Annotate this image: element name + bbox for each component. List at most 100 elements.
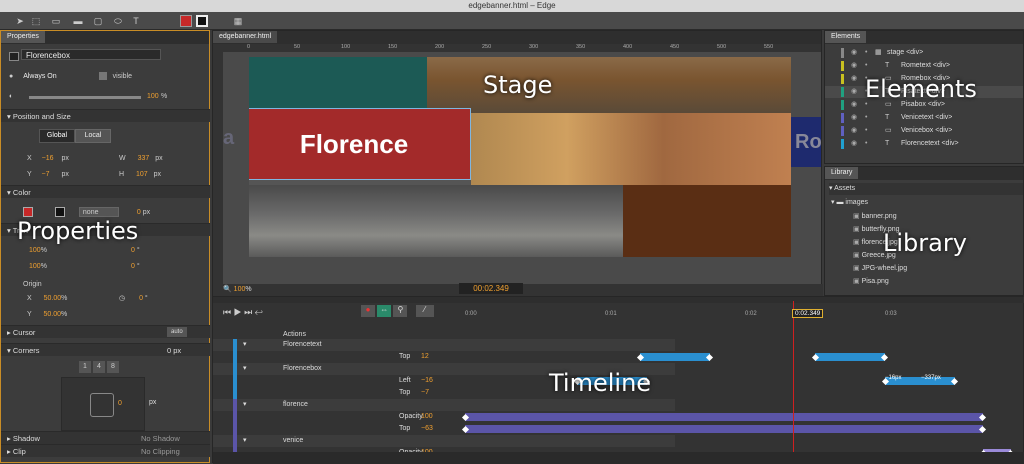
section-shadow[interactable]: ▸ Shadow No Shadow	[1, 431, 210, 444]
opacity-value[interactable]: 100	[147, 91, 159, 103]
border-width-value[interactable]: 0	[137, 209, 141, 216]
section-color[interactable]: ▾ Color	[1, 185, 210, 198]
element-row[interactable]: ◉ • ▭ Venicebox <div>	[825, 125, 1023, 137]
section-corners[interactable]: ▾ Corners 0 px	[1, 343, 210, 356]
property-value[interactable]: −7	[421, 387, 429, 399]
auto-transition-icon[interactable]: ⇔	[377, 305, 392, 317]
play-icon[interactable]: ▶	[234, 307, 242, 317]
keyframe-tool-icon[interactable]: ▦	[232, 15, 244, 27]
tab-properties[interactable]: Properties	[1, 31, 45, 43]
library-file[interactable]: ▣ banner.png	[853, 211, 1024, 223]
origin-x-value[interactable]: 50.00	[44, 295, 62, 302]
always-on-dropdown[interactable]: Always On	[23, 73, 56, 80]
y-value[interactable]: −7	[42, 171, 50, 178]
corner-preset-1[interactable]: 1	[79, 361, 91, 373]
go-to-start-icon[interactable]: ⏮	[223, 307, 231, 317]
images-folder[interactable]: ▾ ▬ images	[831, 197, 1024, 209]
background-color-swatch[interactable]	[23, 207, 33, 218]
ellipse-tool-icon[interactable]: ⬭	[112, 15, 124, 27]
element-row[interactable]: ◉ • T Florencetext <div>	[825, 138, 1023, 150]
origin-y-value[interactable]: 50.00	[44, 311, 62, 318]
section-position[interactable]: ▾ Position and Size	[1, 109, 210, 122]
expand-icon[interactable]: ▾	[243, 435, 247, 447]
text-tool-icon[interactable]: T	[130, 15, 142, 27]
tab-elements[interactable]: Elements	[825, 31, 867, 43]
lock-icon[interactable]: •	[865, 60, 867, 72]
property-value[interactable]: 100	[421, 411, 433, 423]
river-image[interactable]	[427, 57, 791, 113]
border-color-swatch[interactable]	[196, 15, 208, 27]
section-clip[interactable]: ▸ Clip No Clipping	[1, 444, 210, 457]
rectangle-tool-icon[interactable]: ▬	[72, 15, 84, 27]
brown-box[interactable]	[623, 185, 791, 257]
section-cursor[interactable]: ▸ Cursor auto	[1, 325, 210, 338]
corner-editor[interactable]: 0	[61, 377, 145, 431]
opacity-slider[interactable]	[29, 96, 141, 99]
ponte-vecchio-image[interactable]	[471, 113, 791, 187]
animation-bar[interactable]	[640, 353, 710, 361]
rounded-rectangle-tool-icon[interactable]: ▢	[92, 15, 104, 27]
expand-icon[interactable]: ▾	[243, 339, 247, 351]
property-value[interactable]: 12	[421, 351, 429, 363]
library-file[interactable]: ▣ JPG-wheel.jpg	[853, 263, 1024, 275]
cursor-value[interactable]: auto	[167, 327, 187, 337]
element-row[interactable]: ◉ • ▦ stage <div>	[825, 47, 1023, 59]
global-button[interactable]: Global	[39, 129, 75, 143]
visibility-eye-icon[interactable]: ◉	[851, 47, 857, 59]
animation-bar[interactable]	[815, 353, 885, 361]
go-to-end-icon[interactable]: ⏭	[244, 307, 252, 317]
fill-color-swatch[interactable]	[180, 15, 192, 27]
rotate-value[interactable]: 0	[139, 295, 143, 302]
library-file[interactable]: ▣ Pisa.png	[853, 276, 1024, 288]
lock-icon[interactable]: •	[865, 138, 867, 150]
current-time[interactable]: 00:02.349	[459, 283, 523, 294]
visibility-eye-icon[interactable]: ◉	[851, 112, 857, 124]
scale-x-value[interactable]: 100	[29, 247, 41, 254]
teal-box[interactable]	[249, 57, 427, 109]
expand-icon[interactable]: ▾	[243, 363, 247, 375]
visibility-eye-icon[interactable]: ◉	[851, 73, 857, 85]
loop-icon[interactable]: ↩	[255, 307, 263, 317]
lock-icon[interactable]: •	[865, 47, 867, 59]
lock-icon[interactable]: •	[865, 112, 867, 124]
element-row[interactable]: ◉ • T Rometext <div>	[825, 60, 1023, 72]
border-style-dropdown[interactable]: none	[78, 207, 119, 217]
transform-tool-icon[interactable]: ⬚	[30, 15, 42, 27]
animation-bar[interactable]	[465, 425, 983, 433]
visibility-eye-icon[interactable]: ◉	[851, 60, 857, 72]
zoom-value[interactable]: 100	[234, 286, 246, 293]
x-value[interactable]: −16	[42, 155, 54, 162]
visibility-eye-icon[interactable]: ◉	[851, 99, 857, 111]
expand-icon[interactable]: ▾	[243, 399, 247, 411]
element-name-field[interactable]: Florencebox	[20, 49, 161, 60]
pin-icon[interactable]: ⚲	[393, 305, 408, 317]
corner-preset-4[interactable]: 4	[93, 361, 105, 373]
select-arrow-icon[interactable]: ➤	[14, 15, 26, 27]
animation-bar[interactable]	[465, 413, 983, 421]
tab-stage[interactable]: edgebanner.html	[213, 31, 278, 43]
assets-header[interactable]: ▾ Assets	[829, 183, 1023, 195]
playhead-time[interactable]: 0:02.349	[792, 309, 824, 318]
property-value[interactable]: −63	[421, 423, 433, 435]
auto-keyframe-icon[interactable]: ●	[361, 305, 375, 317]
border-color-swatch-prop[interactable]	[54, 207, 65, 218]
scale-y-value[interactable]: 100	[29, 263, 41, 270]
easing-icon[interactable]: ⁄	[415, 305, 434, 317]
w-value[interactable]: 337	[138, 155, 150, 162]
corner-preset-8[interactable]: 8	[107, 361, 119, 373]
visibility-eye-icon[interactable]: ◉	[851, 86, 857, 98]
clipping-tool-icon[interactable]: ▭	[50, 15, 62, 27]
lock-icon[interactable]: •	[865, 125, 867, 137]
corner-radius-value[interactable]: 0	[118, 400, 122, 407]
tab-library[interactable]: Library	[825, 167, 859, 179]
property-value[interactable]: −16	[421, 375, 433, 387]
time-ruler[interactable]: 0:00 0:01 0:02 0:03	[465, 307, 1021, 321]
local-button[interactable]: Local	[75, 129, 111, 143]
h-value[interactable]: 107	[136, 171, 148, 178]
visibility-eye-icon[interactable]: ◉	[851, 125, 857, 137]
element-row[interactable]: ◉ • T Venicetext <div>	[825, 112, 1023, 124]
visibility-eye-icon[interactable]: ◉	[851, 138, 857, 150]
visible-checkbox[interactable]	[98, 72, 107, 81]
skew-y-value[interactable]: 0	[131, 263, 135, 270]
skew-x-value[interactable]: 0	[131, 247, 135, 254]
